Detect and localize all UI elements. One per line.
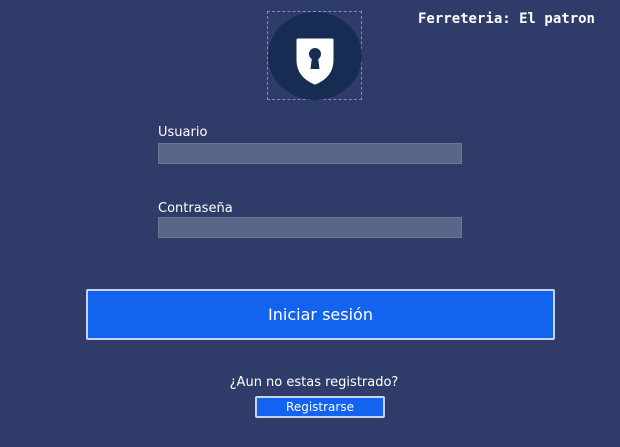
logo-container xyxy=(267,11,362,100)
store-title: Ferreteria: El patron xyxy=(417,11,595,27)
username-label: Usuario xyxy=(158,125,208,140)
password-label: Contraseña xyxy=(158,201,233,216)
username-field[interactable] xyxy=(158,143,462,164)
register-prompt: ¿Aun no estas registrado? xyxy=(229,375,399,390)
login-window: Ferreteria: El patron Usuario Contraseña… xyxy=(0,0,620,447)
password-field[interactable] xyxy=(158,217,462,238)
login-button[interactable]: Iniciar sesión xyxy=(86,289,555,340)
register-button[interactable]: Registrarse xyxy=(255,396,385,418)
keyhole-shield-icon xyxy=(268,12,362,100)
